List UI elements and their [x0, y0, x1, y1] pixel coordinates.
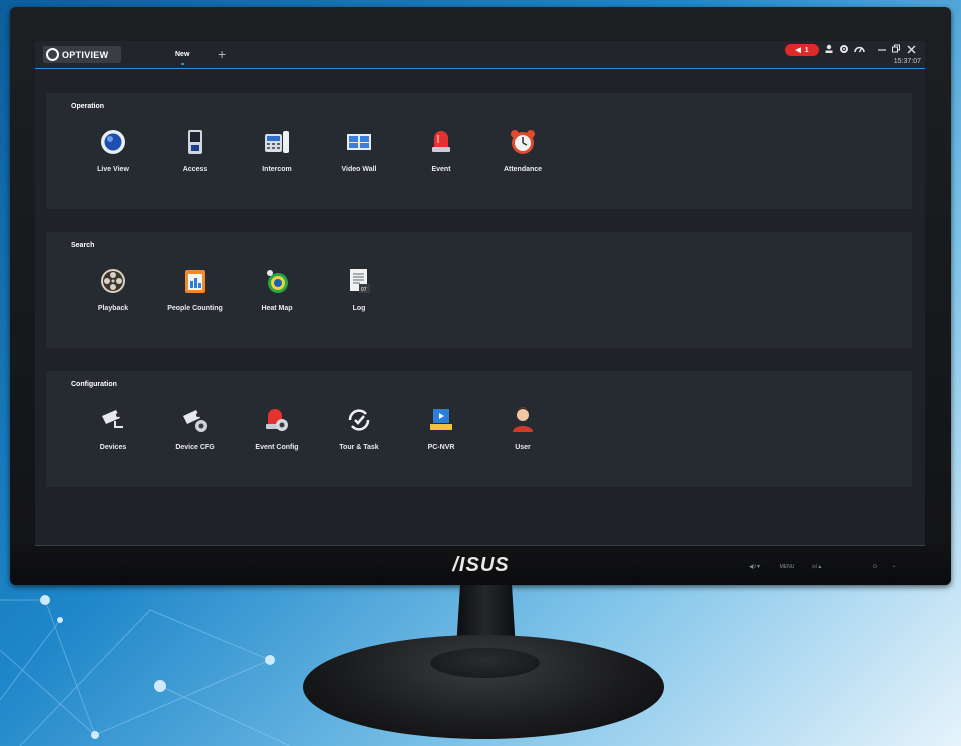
section-title: Operation — [71, 103, 105, 110]
monitor-hardware-buttons: ◀)/▼ MENU ⊙/▲ ⏻ • — [710, 561, 910, 573]
section-operation: Operation Live View Access Intercom Vide… — [46, 93, 912, 209]
tile-label: Log — [352, 305, 366, 312]
tile-label: Video Wall — [341, 166, 377, 173]
tile-label: Intercom — [262, 166, 292, 173]
tile-label: Event Config — [255, 444, 299, 451]
hw-button[interactable]: MENU — [772, 561, 802, 573]
user-account-icon[interactable] — [825, 44, 833, 57]
tile-label: Playback — [97, 305, 129, 312]
tile-video-wall[interactable]: Video Wall — [319, 129, 399, 189]
hw-button[interactable]: ◀)/▼ — [738, 561, 772, 573]
tile-devices[interactable]: Devices — [73, 407, 153, 467]
tile-event[interactable]: Event — [401, 129, 481, 189]
tile-label: Devices — [99, 444, 127, 451]
video-wall-icon — [347, 134, 371, 150]
clock: 15:37:07 — [893, 58, 921, 65]
gear-icon[interactable] — [839, 44, 849, 57]
tile-playback[interactable]: Playback — [73, 268, 153, 328]
tile-label: PC-NVR — [427, 444, 455, 451]
power-led: • — [893, 564, 895, 570]
section-title: Configuration — [71, 381, 117, 388]
tile-label: People Counting — [167, 305, 223, 312]
access-icon — [188, 130, 202, 154]
power-button[interactable]: ⏻ — [862, 561, 888, 573]
log-icon: 07 — [350, 269, 370, 293]
heat-map-icon — [267, 270, 288, 293]
tile-label: Attendance — [503, 166, 543, 173]
tab-new[interactable]: New — [175, 51, 189, 65]
plus-icon[interactable]: + — [218, 47, 226, 61]
speaker-icon: ◀ — [795, 47, 801, 54]
tile-live-view[interactable]: Live View — [73, 129, 153, 189]
tile-log[interactable]: 07 Log — [319, 268, 399, 328]
tour-task-icon — [348, 409, 370, 431]
tile-people-counting[interactable]: People Counting — [155, 268, 235, 328]
tile-label: Tour & Task — [339, 444, 379, 451]
tile-label: Device CFG — [175, 444, 215, 451]
close-icon[interactable] — [907, 44, 916, 57]
tile-user[interactable]: User — [483, 407, 563, 467]
title-bar: OPTIVIEW New + ◀ 1 15:37:07 — [35, 41, 925, 69]
tile-label: Live View — [97, 166, 129, 173]
tile-intercom[interactable]: Intercom — [237, 129, 317, 189]
svg-text:07: 07 — [361, 287, 367, 293]
tile-heat-map[interactable]: Heat Map — [237, 268, 317, 328]
tile-label: User — [515, 444, 531, 451]
monitor-stand-hub — [430, 648, 540, 678]
performance-gauge-icon[interactable] — [854, 44, 865, 57]
tile-label: Heat Map — [261, 305, 293, 312]
app-logo: OPTIVIEW — [43, 46, 121, 63]
tile-access[interactable]: Access — [155, 129, 235, 189]
logo-text: OPTIVIEW — [62, 49, 109, 60]
tile-event-config[interactable]: Event Config — [237, 407, 317, 467]
alarm-badge[interactable]: ◀ 1 — [785, 44, 819, 56]
section-search: Search Playback People Counting Heat Map… — [46, 232, 912, 348]
alarm-count: 1 — [804, 46, 809, 54]
screen-bottom-edge — [35, 545, 925, 546]
devices-icon — [102, 410, 123, 428]
monitor-brand-logo: /ISUS — [452, 554, 510, 576]
minimize-icon[interactable] — [878, 44, 886, 57]
pc-nvr-icon — [430, 409, 452, 430]
intercom-icon — [265, 131, 289, 153]
section-title: Search — [71, 242, 95, 249]
hw-button[interactable]: ⊙/▲ — [802, 561, 832, 573]
section-configuration: Configuration Devices Device CFG Event C… — [46, 371, 912, 487]
device-cfg-icon — [183, 410, 207, 432]
playback-icon — [101, 269, 125, 293]
hw-button[interactable] — [832, 561, 862, 573]
event-icon — [432, 131, 450, 152]
tile-device-cfg[interactable]: Device CFG — [155, 407, 235, 467]
restore-icon[interactable] — [892, 44, 900, 57]
tile-label: Event — [431, 166, 451, 173]
tile-label: Access — [182, 166, 208, 173]
app-screen: OPTIVIEW New + ◀ 1 15:37:07 Operation Li… — [35, 41, 925, 545]
tile-attendance[interactable]: Attendance — [483, 129, 563, 189]
user-icon — [513, 407, 533, 432]
live-view-icon — [101, 130, 125, 154]
attendance-icon — [511, 130, 535, 154]
people-counting-icon — [185, 270, 205, 293]
event-config-icon — [266, 409, 288, 431]
tile-pc-nvr[interactable]: PC-NVR — [401, 407, 481, 467]
logo-check-icon — [46, 48, 59, 61]
tile-tour-task[interactable]: Tour & Task — [319, 407, 399, 467]
hw-button[interactable] — [710, 561, 738, 573]
